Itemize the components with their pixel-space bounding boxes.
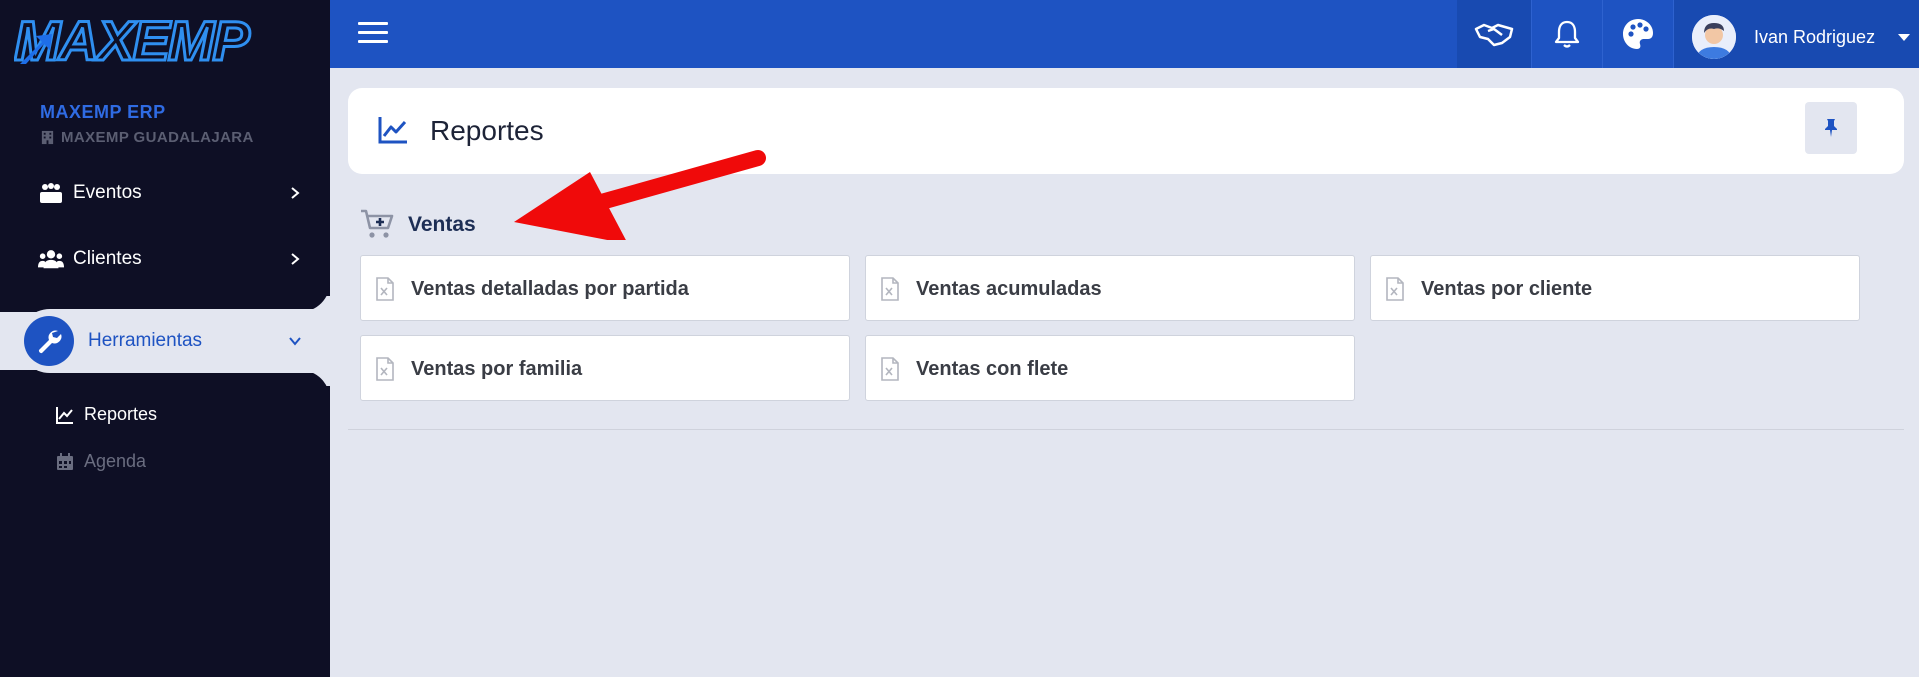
company-info: MAXEMP ERP MAXEMP GUADALAJARA	[40, 102, 254, 146]
palette-icon	[1623, 19, 1653, 49]
chevron-right-icon	[291, 187, 300, 199]
excel-file-icon	[376, 357, 394, 381]
report-label: Ventas con flete	[916, 358, 1069, 380]
pin-icon	[1825, 119, 1837, 137]
avatar	[1692, 15, 1736, 59]
report-label: Ventas detalladas por partida	[411, 278, 689, 300]
sidebar-item-label: Eventos	[73, 182, 142, 203]
report-label: Ventas por cliente	[1421, 278, 1593, 300]
excel-file-icon	[881, 357, 899, 381]
topbar: Ivan Rodriguez	[330, 0, 1919, 68]
report-card[interactable]: Ventas con flete	[865, 335, 1355, 401]
section-divider	[348, 429, 1904, 430]
sidebar-item-eventos[interactable]: Eventos	[0, 168, 330, 218]
report-label: Ventas por familia	[411, 358, 583, 380]
user-menu[interactable]: Ivan Rodriguez	[1674, 0, 1919, 68]
user-name: Ivan Rodriguez	[1754, 27, 1876, 47]
building-icon	[41, 130, 54, 145]
page-header: Reportes	[348, 88, 1904, 174]
sidebar-item-label: Herramientas	[88, 330, 203, 351]
sidebar-item-label: Clientes	[73, 248, 142, 269]
chevron-down-icon	[289, 337, 301, 346]
company-branch: MAXEMP GUADALAJARA	[40, 129, 254, 146]
calendar-icon	[57, 452, 73, 470]
report-card[interactable]: Ventas por familia	[360, 335, 850, 401]
wrench-icon	[24, 316, 74, 366]
company-name: MAXEMP ERP	[40, 102, 166, 122]
report-label: Ventas acumuladas	[916, 278, 1102, 300]
sidebar: MAXEMP MAXEMP ERP MAXEMP GUADALAJARA Eve…	[0, 0, 330, 677]
chevron-right-icon	[291, 253, 300, 265]
report-card[interactable]: Ventas detalladas por partida	[360, 255, 850, 321]
sidebar-subitem-agenda[interactable]: Agenda	[56, 451, 146, 472]
handshake-icon	[1474, 23, 1514, 47]
excel-file-icon	[376, 277, 394, 301]
maxemp-logo[interactable]: MAXEMP	[14, 12, 316, 70]
sidebar-item-clientes[interactable]: Clientes	[0, 234, 330, 284]
page-title: Reportes	[430, 115, 544, 146]
notifications-button[interactable]	[1532, 0, 1602, 68]
users-group-icon	[38, 182, 64, 204]
excel-file-icon	[881, 277, 899, 301]
handshake-button[interactable]	[1457, 0, 1531, 68]
line-chart-icon	[56, 406, 73, 424]
sidebar-subitem-label: Agenda	[84, 451, 147, 471]
pin-button[interactable]	[1805, 102, 1857, 154]
sidebar-bottom-panel	[0, 370, 330, 677]
cart-plus-icon	[361, 209, 394, 238]
branch-name: MAXEMP GUADALAJARA	[61, 129, 254, 146]
theme-button[interactable]	[1603, 0, 1673, 68]
report-card[interactable]: Ventas acumuladas	[865, 255, 1355, 321]
users-icon	[38, 248, 64, 270]
menu-icon[interactable]	[358, 22, 388, 46]
section-title: Ventas	[408, 213, 476, 236]
report-card[interactable]: Ventas por cliente	[1370, 255, 1860, 321]
excel-file-icon	[1386, 277, 1404, 301]
sidebar-subitem-reportes[interactable]: Reportes	[56, 404, 157, 425]
sidebar-subitem-label: Reportes	[84, 404, 158, 424]
bell-icon	[1554, 20, 1580, 48]
caret-down-icon	[1898, 34, 1910, 41]
line-chart-icon	[378, 117, 407, 144]
